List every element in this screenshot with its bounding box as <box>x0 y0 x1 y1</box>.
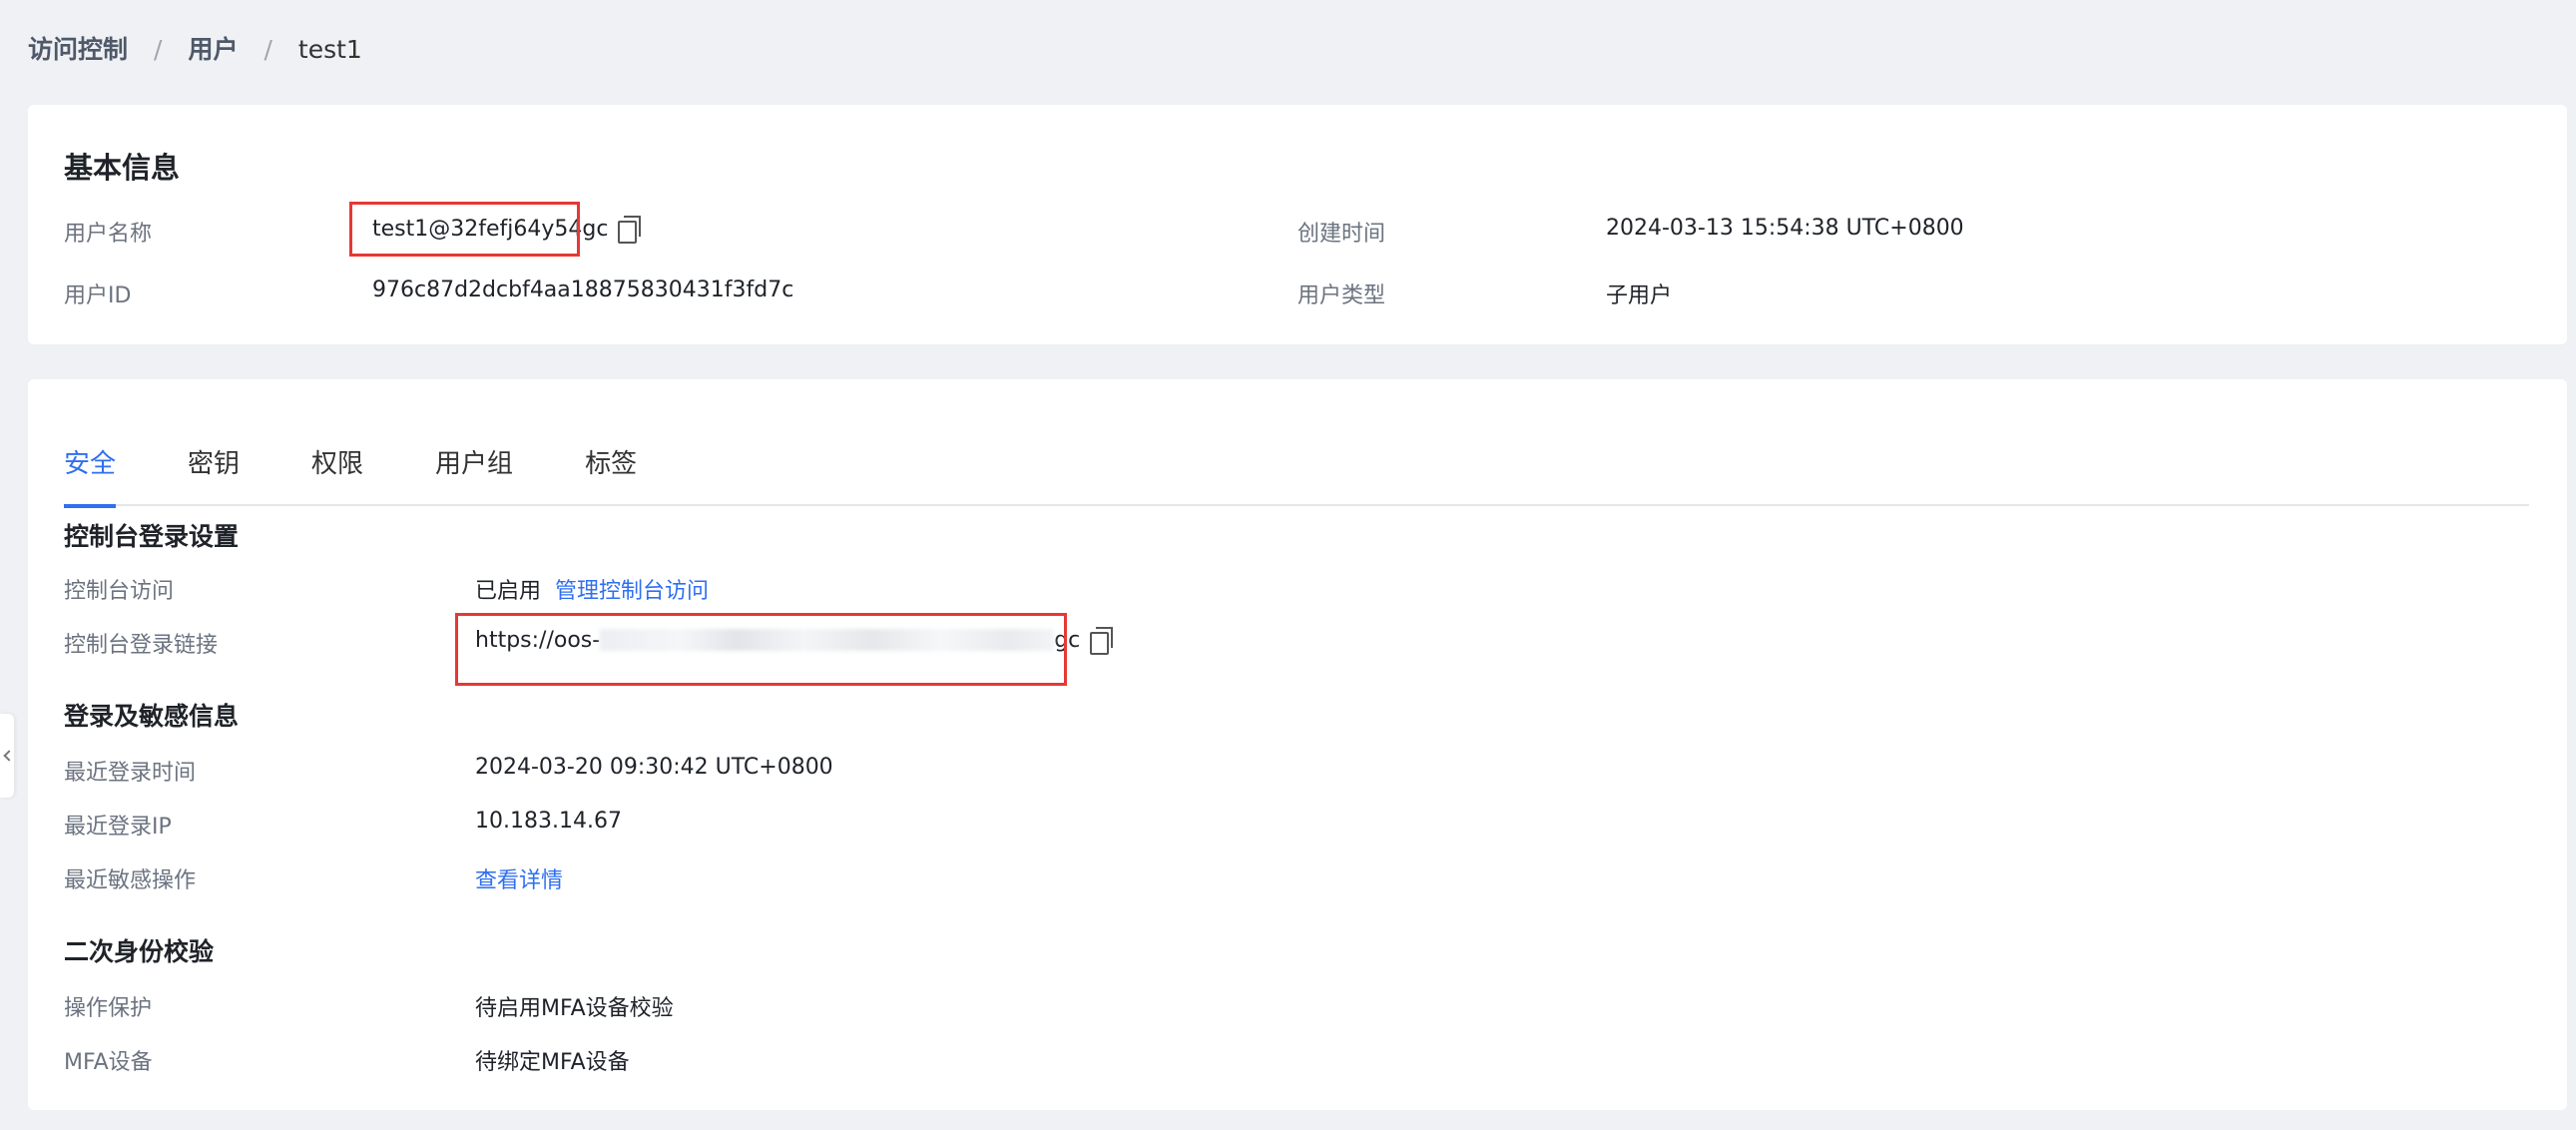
console-login-link-suffix[interactable]: gc <box>1054 628 1080 653</box>
console-login-section-title: 控制台登录设置 <box>64 522 240 551</box>
breadcrumb-access-control[interactable]: 访问控制 <box>28 30 128 70</box>
chevron-left-icon <box>2 750 15 762</box>
console-access-status: 已启用 <box>475 579 542 604</box>
sensitive-operation-label: 最近敏感操作 <box>64 868 197 893</box>
created-time-label: 创建时间 <box>1297 222 1386 247</box>
user-detail-card: 安全 密钥 权限 用户组 标签 控制台登录设置 控制台访问 已启用 管理控制台访… <box>28 379 2567 1110</box>
breadcrumb: 访问控制 / 用户 / test1 <box>28 30 362 70</box>
tab-tags[interactable]: 标签 <box>585 434 637 506</box>
tab-security[interactable]: 安全 <box>64 434 117 508</box>
operation-protection-value: 待启用MFA设备校验 <box>475 996 674 1021</box>
username-label: 用户名称 <box>64 222 153 247</box>
view-details-link[interactable]: 查看详情 <box>475 862 563 894</box>
username-value: test1@32fefj64y54gc <box>372 216 609 242</box>
breadcrumb-current: test1 <box>297 35 362 64</box>
basic-info-card: 基本信息 用户名称 test1@32fefj64y54gc 创建时间 2024-… <box>28 105 2567 344</box>
last-login-ip-label: 最近登录IP <box>64 815 172 840</box>
mfa-section-title: 二次身份校验 <box>64 937 215 966</box>
user-type-value: 子用户 <box>1606 283 1673 308</box>
user-type-label: 用户类型 <box>1297 283 1386 308</box>
copy-icon[interactable] <box>618 216 642 244</box>
tab-user-groups[interactable]: 用户组 <box>435 434 513 506</box>
console-login-link-prefix[interactable]: https://oos- <box>475 628 600 653</box>
breadcrumb-separator: / <box>154 35 163 64</box>
mfa-device-label: MFA设备 <box>64 1050 153 1075</box>
operation-protection-label: 操作保护 <box>64 996 153 1021</box>
console-access-label: 控制台访问 <box>64 579 175 604</box>
sidebar-collapse-handle[interactable] <box>0 714 15 798</box>
login-info-section-title: 登录及敏感信息 <box>64 702 240 731</box>
console-login-link-label: 控制台登录链接 <box>64 633 219 658</box>
redacted-link-region <box>600 629 1055 651</box>
console-login-link-row: https://oos- gc <box>475 627 1114 655</box>
copy-icon[interactable] <box>1090 627 1114 655</box>
last-login-time-value: 2024-03-20 09:30:42 UTC+0800 <box>475 755 833 780</box>
username-value-row: test1@32fefj64y54gc <box>372 216 642 244</box>
breadcrumb-separator: / <box>263 35 272 64</box>
sensitive-operation-value-row: 查看详情 <box>475 862 563 894</box>
breadcrumb-users[interactable]: 用户 <box>188 30 238 70</box>
tab-keys[interactable]: 密钥 <box>188 434 240 506</box>
last-login-ip-value: 10.183.14.67 <box>475 809 622 834</box>
tab-bar: 安全 密钥 权限 用户组 标签 <box>64 434 2529 508</box>
basic-info-title: 基本信息 <box>64 151 181 185</box>
tab-permissions[interactable]: 权限 <box>311 434 363 506</box>
created-time-value: 2024-03-13 15:54:38 UTC+0800 <box>1606 216 1964 241</box>
mfa-device-value: 待绑定MFA设备 <box>475 1050 630 1075</box>
user-id-label: 用户ID <box>64 283 132 308</box>
last-login-time-label: 最近登录时间 <box>64 761 197 786</box>
user-id-value: 976c87d2dcbf4aa18875830431f3fd7c <box>372 278 794 302</box>
manage-console-access-link[interactable]: 管理控制台访问 <box>555 573 709 605</box>
console-access-value-row: 已启用 管理控制台访问 <box>475 573 709 605</box>
